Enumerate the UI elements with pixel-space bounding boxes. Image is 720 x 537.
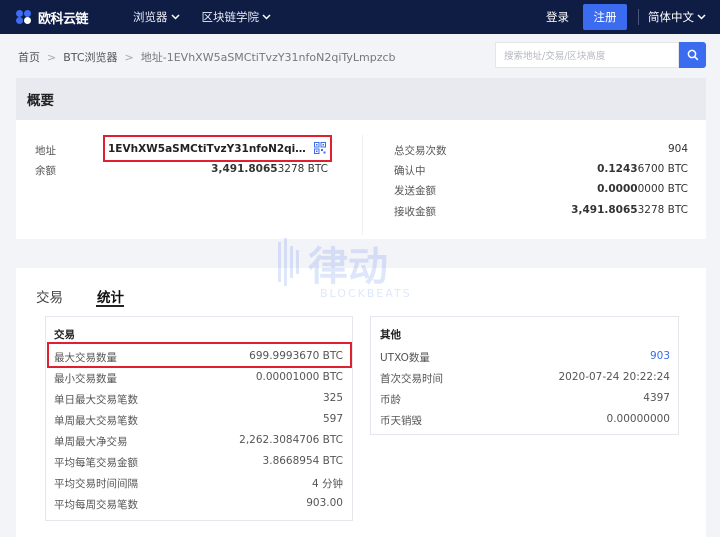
address-label: 地址 [35,145,56,157]
tab-stats[interactable]: 统计 [97,286,124,306]
chevron-down-icon [262,14,271,20]
breadcrumb-home[interactable]: 首页 [18,49,40,65]
other-stats-title: 其他 [380,329,401,341]
breadcrumb-separator: > [47,50,57,64]
sent-value-bold: 0.0000 [597,183,638,195]
search-icon [687,49,698,61]
received-value-bold: 3,491.8065 [571,204,638,216]
trade-stat-label: 单周最大净交易 [54,436,128,448]
tab-trade[interactable]: 交易 [36,286,63,306]
tab-active-underline [96,305,124,307]
breadcrumb-separator: > [124,50,134,64]
trade-stat-value: 0.00001000 BTC [255,371,343,383]
trade-stat-value: 903.00 [306,497,343,509]
breadcrumb: 首页 > BTC浏览器 > 地址-1EVhXW5aSMCtiTvzY31nfoN… [18,49,396,65]
balance-value: 3,491.80653278 BTC [211,163,328,175]
qr-code-icon[interactable] [314,142,326,154]
top-nav: 欧科云链 浏览器 区块链学院 登录 注册 简体中文 [0,0,720,34]
address-value[interactable]: 1EVhXW5aSMCtiTvzY31nfoN2qiTyLmpzcb [108,143,308,155]
received-label: 接收金额 [394,206,436,218]
trade-stat-label: 平均每周交易笔数 [54,499,138,511]
sent-value: 0.00000000 BTC [597,183,688,195]
nav-academy-label: 区块链学院 [201,10,260,24]
other-stat-label: 币龄 [380,394,401,406]
trade-stat-value: 699.9993670 BTC [249,350,343,362]
search-input[interactable]: 搜索地址/交易/区块高度 [495,42,679,68]
nav-browser-menu[interactable]: 浏览器 [133,9,180,25]
nav-divider [638,9,639,25]
breadcrumb-current: 地址-1EVhXW5aSMCtiTvzY31nfoN2qiTyLmpzcb [140,51,396,64]
other-stat-value: 4397 [643,392,670,404]
trade-stat-value: 597 [322,413,343,425]
register-button[interactable]: 注册 [583,4,627,30]
logo-text: 欧科云链 [38,11,89,27]
other-stat-label: UTXO数量 [380,352,430,364]
total-tx-label: 总交易次数 [394,145,447,157]
trade-stat-label: 平均每笔交易金额 [54,457,138,469]
other-stat-value: 0.00000000 [606,413,670,425]
language-label: 简体中文 [648,10,694,24]
trade-stat-value: 2,262.3084706 BTC [239,434,343,446]
confirming-value: 0.12436700 BTC [597,163,688,175]
search-placeholder: 搜索地址/交易/区块高度 [504,51,606,62]
utxo-count-link[interactable]: 903 [650,350,670,362]
balance-value-bold: 3,491.8065 [211,163,278,175]
login-link[interactable]: 登录 [546,9,569,25]
other-stat-label: 币天销毁 [380,415,422,427]
logo[interactable]: 欧科云链 [16,8,111,27]
overview-title: 概要 [27,93,54,109]
trade-stat-label: 单日最大交易笔数 [54,394,138,406]
balance-value-rest: 3278 BTC [277,163,328,175]
trade-stat-label: 最小交易数量 [54,373,117,385]
trade-stat-value: 4 分钟 [311,478,343,490]
confirming-value-bold: 0.1243 [597,163,638,175]
trade-stat-label: 单周最大交易笔数 [54,415,138,427]
trade-stat-value: 325 [322,392,343,404]
nav-browser-label: 浏览器 [133,10,168,24]
overview-divider [362,135,363,235]
confirming-label: 确认中 [394,165,426,177]
sent-label: 发送金额 [394,185,436,197]
logo-icon [16,10,34,24]
received-value-rest: 3278 BTC [637,204,688,216]
search-button[interactable] [679,42,706,68]
received-value: 3,491.80653278 BTC [571,204,688,216]
sent-value-rest: 0000 BTC [637,183,688,195]
other-stat-label: 首次交易时间 [380,373,443,385]
chevron-down-icon [170,14,180,20]
overview-header: 概要 [16,78,706,120]
breadcrumb-explorer[interactable]: BTC浏览器 [63,49,117,65]
nav-right: 登录 注册 简体中文 [546,0,720,34]
confirming-value-rest: 6700 BTC [637,163,688,175]
other-stat-value: 2020-07-24 20:22:24 [558,371,670,383]
trade-stats-title: 交易 [54,329,75,341]
chevron-down-icon [697,14,706,20]
nav-academy-menu[interactable]: 区块链学院 [202,9,272,25]
language-select[interactable]: 简体中文 [648,9,706,25]
trade-stat-label: 最大交易数量 [54,352,117,364]
trade-stat-value: 3.8668954 BTC [262,455,343,467]
trade-stat-label: 平均交易时间间隔 [54,478,138,490]
balance-label: 余额 [35,165,56,177]
total-tx-value: 904 [667,143,688,155]
